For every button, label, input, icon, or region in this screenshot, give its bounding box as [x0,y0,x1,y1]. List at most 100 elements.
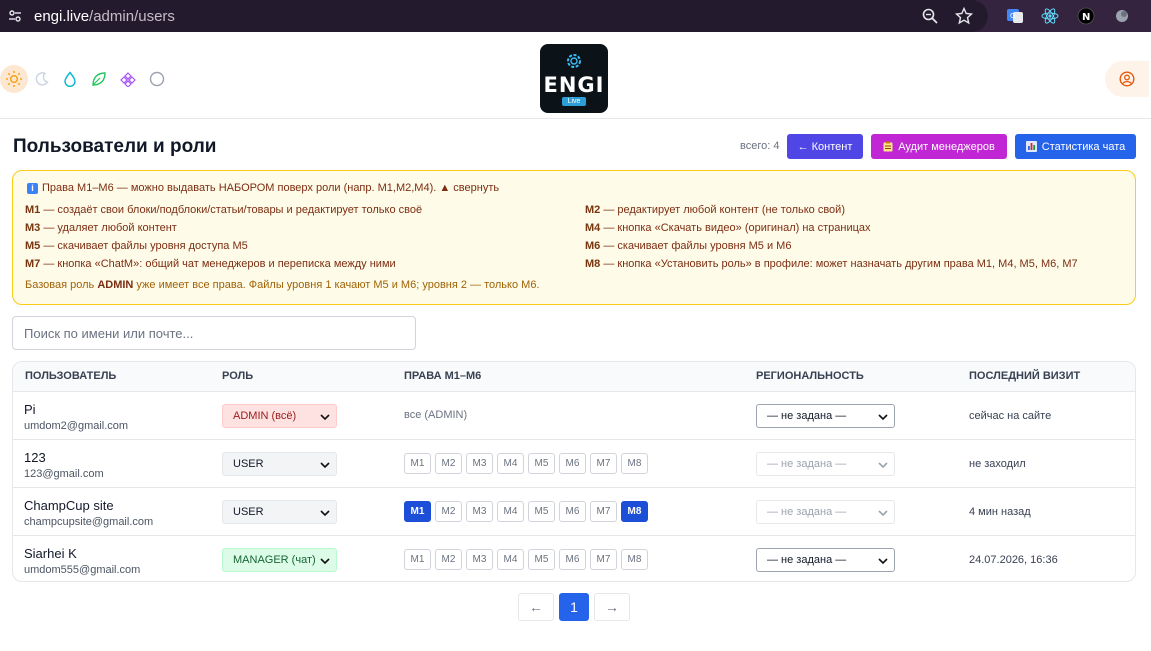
chevron-down-icon [320,510,330,517]
col-rights: ПРАВА M1–M6 [404,370,482,382]
right-chip-m7[interactable]: M7 [590,453,617,474]
theme-water-icon[interactable] [56,65,84,93]
right-chip-m8[interactable]: M8 [621,453,648,474]
right-chip-m5[interactable]: M5 [528,549,555,570]
info-header[interactable]: i Права M1–M6 — можно выдавать НАБОРОМ п… [27,182,499,194]
region-value: — не задана — [767,554,847,566]
right-chip-m6[interactable]: M6 [559,501,586,522]
chevron-down-icon [878,558,888,565]
right-chip-m7[interactable]: M7 [590,501,617,522]
logo[interactable]: ENGI Live [540,44,608,113]
role-value: MANAGER (чат) [233,554,316,566]
audit-managers-button[interactable]: Аудит менеджеров [871,134,1007,159]
page-1-button[interactable]: 1 [559,593,589,621]
role-value: USER [233,506,264,518]
region-select[interactable]: — не задана — [756,404,895,428]
table-row: ChampCup site champcupsite@gmail.com USE… [13,488,1135,536]
perm-m6: M6 — скачивает файлы уровня M5 и M6 [585,240,792,252]
bar-chart-icon [1025,141,1037,152]
url-path: /admin/users [89,7,175,25]
profile-button[interactable] [1105,61,1149,97]
url-text: engi.live/admin/users [34,8,175,25]
theme-neutral-icon[interactable] [143,65,171,93]
chevron-down-icon [320,558,330,565]
right-chip-m7[interactable]: M7 [590,549,617,570]
app-header: ENGI Live [0,39,1151,119]
theme-leaf-icon[interactable] [85,65,113,93]
chevron-down-icon [320,462,330,469]
right-chip-m2[interactable]: M2 [435,549,462,570]
perm-m5: M5 — скачивает файлы уровня доступа M5 [25,240,248,252]
nextjs-extension-icon[interactable]: N [1076,6,1096,26]
role-value: USER [233,458,264,470]
right-chip-m1[interactable]: M1 [404,501,431,522]
role-select[interactable]: USER [222,500,337,524]
right-chip-m3[interactable]: M3 [466,501,493,522]
translate-extension-icon[interactable]: G [1005,6,1025,26]
chevron-down-icon [878,510,888,517]
react-devtools-icon[interactable] [1040,6,1060,26]
region-value: — не задана — [767,458,847,470]
user-email: umdom555@gmail.com [24,564,141,576]
prev-page-button[interactable]: ← [518,593,554,621]
right-chip-m6[interactable]: M6 [559,453,586,474]
right-chip-m3[interactable]: M3 [466,453,493,474]
right-chip-m4[interactable]: M4 [497,549,524,570]
url-host: engi.live [34,7,90,25]
page-title: Пользователи и роли [13,136,217,157]
logo-text: ENGI [543,73,605,97]
role-select[interactable]: USER [222,452,337,476]
right-chip-m5[interactable]: M5 [528,501,555,522]
table-header: ПОЛЬЗОВАТЕЛЬ РОЛЬ ПРАВА M1–M6 РЕГИОНАЛЬН… [13,362,1135,392]
right-chip-m2[interactable]: M2 [435,453,462,474]
perm-m7: M7 — кнопка «ChatM»: общий чат менеджеро… [25,258,396,270]
table-row: Siarhei K umdom555@gmail.com MANAGER (ча… [13,536,1135,581]
chevron-down-icon [878,414,888,421]
zoom-icon[interactable] [920,6,940,26]
bookmark-star-icon[interactable] [954,6,974,26]
site-settings-icon[interactable] [6,7,24,25]
right-chip-m4[interactable]: M4 [497,453,524,474]
theme-grape-icon[interactable] [114,65,142,93]
next-page-button[interactable]: → [594,593,630,621]
info-icon: i [27,182,38,194]
last-visit: не заходил [969,458,1026,470]
rights-chips: M1 M2 M3 M4 M5 M6 M7 M8 [404,501,648,522]
col-role: РОЛЬ [222,370,254,382]
gear-icon [567,54,581,68]
right-chip-m1[interactable]: M1 [404,549,431,570]
theme-dark-icon[interactable] [28,65,56,93]
browser-toolbar: engi.live/admin/users G N [0,0,1151,32]
content-button[interactable]: ← Контент [787,134,863,159]
search-input[interactable] [12,316,416,350]
region-value: — не задана — [767,506,847,518]
perm-m3: M3 — удаляет любой контент [25,222,177,234]
role-select[interactable]: ADMIN (всё) [222,404,337,428]
role-select[interactable]: MANAGER (чат) [222,548,337,572]
extension-icon[interactable] [1112,6,1132,26]
right-chip-m8[interactable]: M8 [621,549,648,570]
right-chip-m8[interactable]: M8 [621,501,648,522]
chat-stats-button[interactable]: Статистика чата [1015,134,1136,159]
chevron-down-icon [878,462,888,469]
svg-text:N: N [1082,12,1090,23]
last-visit: 4 мин назад [969,506,1031,518]
theme-light-icon[interactable] [0,65,28,93]
right-chip-m4[interactable]: M4 [497,501,524,522]
svg-text:G: G [1010,12,1015,20]
right-chip-m6[interactable]: M6 [559,549,586,570]
right-chip-m3[interactable]: M3 [466,549,493,570]
chevron-down-icon [320,414,330,421]
table-row: 123 123@gmail.com USER M1 M2 M3 M4 M5 M6… [13,440,1135,488]
right-chip-m1[interactable]: M1 [404,453,431,474]
right-chip-m5[interactable]: M5 [528,453,555,474]
address-bar[interactable]: engi.live/admin/users [0,0,988,32]
info-header-text: Права M1–M6 — можно выдавать НАБОРОМ пов… [42,182,500,194]
last-visit: 24.07.2026, 16:36 [969,554,1058,566]
rights-all: все (ADMIN) [404,409,468,421]
right-chip-m2[interactable]: M2 [435,501,462,522]
table-row: Pi umdom2@gmail.com ADMIN (всё) все (ADM… [13,392,1135,440]
user-icon [1119,71,1135,87]
info-footer: Базовая роль ADMIN уже имеет все права. … [25,279,540,291]
region-select[interactable]: — не задана — [756,548,895,572]
